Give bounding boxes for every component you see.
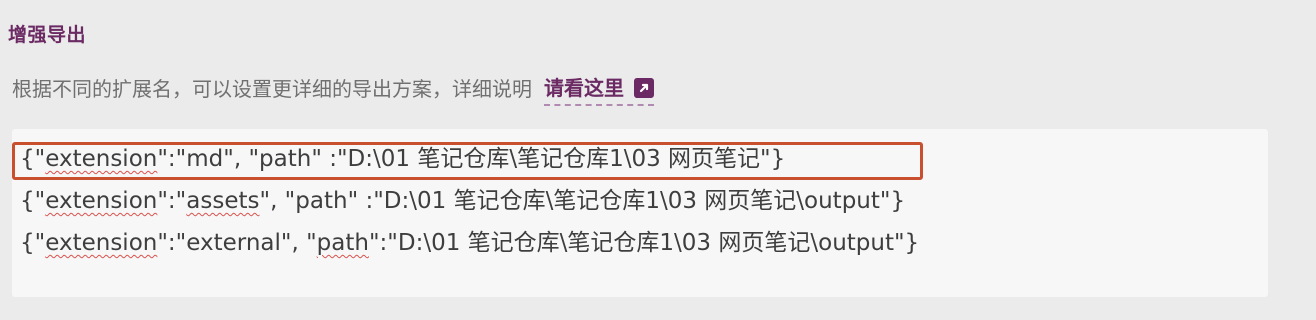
description: 根据不同的扩展名，可以设置更详细的导出方案，详细说明 请看这里 — [12, 72, 654, 106]
description-text: 根据不同的扩展名，可以设置更详细的导出方案，详细说明 — [12, 77, 532, 101]
spellcheck-word: path — [316, 230, 369, 256]
config-line: {"extension":"assets", "path" :"D:\01 笔记… — [20, 188, 906, 214]
help-link-label[interactable]: 请看这里 — [544, 72, 624, 104]
spellcheck-word: extension — [45, 188, 158, 214]
config-line: {"extension":"external", "path":"D:\01 笔… — [20, 230, 920, 256]
help-link[interactable]: 请看这里 — [544, 72, 654, 106]
highlight-annotation — [12, 142, 923, 180]
spellcheck-word: extension — [45, 230, 158, 256]
section-title: 增强导出 — [8, 24, 87, 46]
external-link-icon[interactable] — [634, 78, 654, 98]
spellcheck-word: assets — [186, 188, 260, 214]
